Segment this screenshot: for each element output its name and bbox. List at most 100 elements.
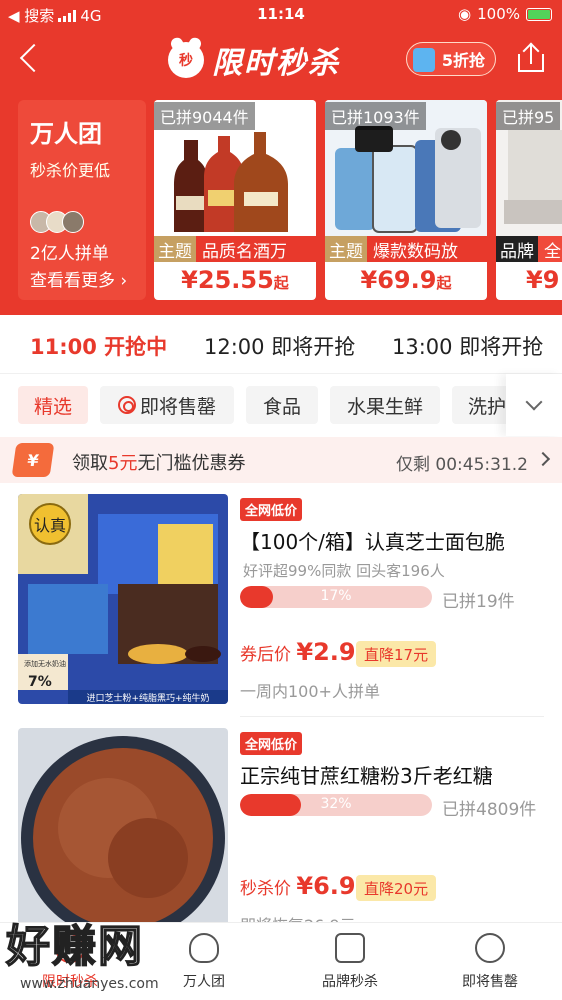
- hero-card-type: 主题: [325, 236, 367, 262]
- chevron-right-icon: [535, 451, 551, 467]
- see-more-link[interactable]: 查看看更多 ›: [30, 266, 134, 291]
- hero-card-price: ¥9: [496, 266, 562, 294]
- pic-caption: 进口芝士粉+纯脂黑巧+纯牛奶: [86, 692, 209, 704]
- hero-card-sold: 已拼95: [496, 102, 561, 130]
- divider: [240, 716, 544, 717]
- category-selling-out[interactable]: 即将售罄: [100, 386, 234, 424]
- lock-rotation-icon: ◉: [458, 5, 472, 23]
- crown-icon: [335, 933, 365, 963]
- share-icon[interactable]: [518, 44, 544, 72]
- progress-bar: 17%: [240, 586, 432, 608]
- discount-tag: 直降17元: [356, 641, 437, 667]
- flame-icon: [189, 933, 219, 963]
- half-price-icon: [413, 48, 435, 72]
- clock-icon: 秒: [168, 42, 204, 78]
- group-title: 万人团: [30, 120, 102, 148]
- coupon-text-pre: 领取: [72, 453, 108, 474]
- hero-card-type: 品牌: [496, 236, 538, 262]
- nav-label: 品牌秒杀: [322, 974, 378, 990]
- price-suffix: 起: [436, 274, 452, 292]
- group-subtitle: 秒杀价更低: [30, 161, 111, 180]
- category-featured[interactable]: 精选: [18, 386, 88, 424]
- price-suffix: 起: [273, 274, 289, 292]
- avatar: [62, 211, 84, 233]
- time-tabs: 11:00 开抢中 12:00 即将开抢 13:00 即将开抢: [0, 315, 562, 377]
- nav-brand-sale[interactable]: 品牌秒杀: [300, 933, 400, 991]
- hero-section: 万人团 秒杀价更低 2亿人拼单 查看看更多 › 已拼9044件 主题 品质名酒万 …: [0, 100, 562, 305]
- brand-logo: 认真: [34, 516, 66, 535]
- product-sub: 好评超99%同款 回头客196人: [243, 562, 445, 580]
- pic-percent: 7%: [28, 674, 52, 690]
- category-label: 即将售罄: [139, 395, 216, 418]
- nav-group-buy[interactable]: 万人团: [154, 933, 254, 991]
- sold-count: 已拼19件: [442, 592, 515, 612]
- group-buy-panel[interactable]: 万人团 秒杀价更低 2亿人拼单 查看看更多 ›: [18, 100, 146, 300]
- product-image-bread: 认真 添加无水奶油 7% 进口芝士粉+纯脂黑巧+纯牛奶: [18, 494, 228, 704]
- category-bar: 精选 即将售罄 食品 水果生鲜 洗护: [0, 373, 562, 436]
- price-value: ¥25.55: [181, 266, 274, 294]
- price-value: ¥6.9: [296, 872, 356, 900]
- coupon-icon: ¥: [11, 443, 55, 477]
- price-label: 券后价: [240, 645, 291, 665]
- group-count: 2亿人拼单: [30, 244, 109, 264]
- selling-out-icon: [117, 396, 136, 414]
- coupon-text: 领取5元无门槛优惠券: [72, 449, 245, 475]
- price-value: ¥2.9: [296, 638, 356, 666]
- product-name: 正宗纯甘蔗红糖粉3斤老红糖: [240, 764, 493, 788]
- page-title: 限时秒杀: [212, 46, 340, 81]
- category-food[interactable]: 食品: [246, 386, 318, 424]
- half-price-label: 5折抢: [441, 51, 485, 70]
- nav-selling-out[interactable]: 即将售罄: [440, 933, 540, 991]
- hero-card-sold: 已拼9044件: [154, 102, 255, 130]
- tab-11[interactable]: 11:00 开抢中: [19, 331, 178, 377]
- hero-card-band: 主题 品质名酒万: [154, 236, 316, 262]
- category-fresh[interactable]: 水果生鲜: [330, 386, 440, 424]
- product-name: 【100个/箱】认真芝士面包脆: [240, 530, 505, 554]
- product-price: 券后价 ¥2.9: [240, 638, 356, 666]
- half-price-button[interactable]: 5折抢: [406, 42, 496, 76]
- hero-card-sold: 已拼1093件: [325, 102, 426, 130]
- list-item[interactable]: 认真 添加无水奶油 7% 进口芝士粉+纯脂黑巧+纯牛奶 全网低价 【100个/箱…: [0, 486, 562, 716]
- lowest-price-badge: 全网低价: [240, 498, 303, 521]
- hero-card-price: ¥69.9起: [325, 266, 487, 294]
- coupon-text-post: 无门槛优惠券: [137, 453, 246, 474]
- hero-card-digital[interactable]: 已拼1093件 主题 爆款数码放 ¥69.9起: [325, 100, 487, 300]
- price-value: ¥9: [526, 266, 560, 294]
- nav-label: 万人团: [183, 974, 225, 990]
- hero-card-liquor[interactable]: 已拼9044件 主题 品质名酒万 ¥25.55起: [154, 100, 316, 300]
- hero-card-price: ¥25.55起: [154, 266, 316, 294]
- status-bar: ◀ 搜索 4G 11:14 ◉ 100%: [0, 0, 562, 30]
- progress-bar: 32%: [240, 794, 432, 816]
- coupon-bar[interactable]: ¥ 领取5元无门槛优惠券 仅剩 00:45:31.2: [0, 437, 562, 483]
- lowest-price-badge: 全网低价: [240, 732, 303, 755]
- coupon-amount: 5元: [108, 453, 138, 474]
- hero-card-band: 主题 爆款数码放: [325, 236, 487, 262]
- price-label: 秒杀价: [240, 879, 291, 899]
- product-image-sugar: [18, 728, 228, 938]
- progress-pct: 17%: [320, 588, 352, 604]
- hero-card-type: 主题: [154, 236, 196, 262]
- chevron-down-icon[interactable]: [506, 374, 562, 436]
- watermark-logo: 好赚网: [5, 920, 144, 973]
- tab-12[interactable]: 12:00 即将开抢: [204, 331, 355, 361]
- product-foot: 一周内100+人拼单: [240, 682, 380, 701]
- nav-bar: 秒 限时秒杀 5折抢: [0, 30, 562, 90]
- price-value: ¥69.9: [360, 266, 437, 294]
- pic-small: 添加无水奶油: [24, 659, 66, 668]
- timer-icon: [475, 933, 505, 963]
- battery-icon: [526, 7, 552, 21]
- hero-card-brand[interactable]: 已拼95 品牌全 ¥9: [496, 100, 562, 300]
- sold-count: 已拼4809件: [442, 800, 537, 820]
- hero-card-label: 品质名酒万: [202, 241, 287, 262]
- back-button[interactable]: [16, 42, 46, 78]
- discount-tag: 直降20元: [356, 875, 437, 901]
- watermark-url: www.zhuanyes.com: [20, 976, 159, 992]
- progress-pct: 32%: [320, 796, 352, 812]
- battery-percent: 100%: [477, 5, 520, 23]
- page-title-group: 秒 限时秒杀: [168, 38, 340, 82]
- product-price: 秒杀价 ¥6.9: [240, 872, 356, 900]
- nav-label: 即将售罄: [462, 974, 518, 990]
- coupon-remaining: 仅剩 00:45:31.2: [396, 455, 528, 475]
- tab-13[interactable]: 13:00 即将开抢: [392, 331, 543, 361]
- hero-card-label: 爆款数码放: [373, 241, 458, 262]
